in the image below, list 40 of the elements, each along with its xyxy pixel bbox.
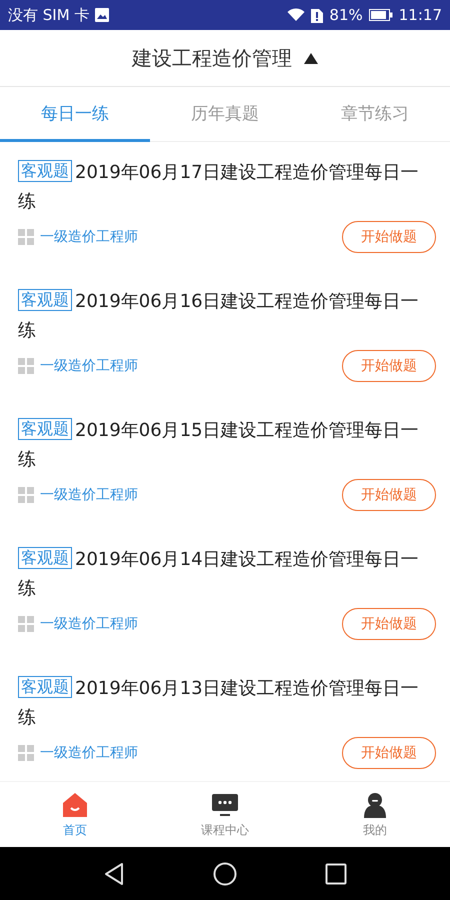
category-label: 一级造价工程师 bbox=[40, 486, 139, 504]
grid-icon bbox=[18, 745, 34, 761]
grid-icon bbox=[18, 229, 34, 245]
sim-alert-icon bbox=[311, 8, 324, 22]
category-label: 一级造价工程师 bbox=[40, 228, 139, 246]
tab[interactable]: 章节练习 bbox=[300, 87, 450, 142]
nav-tab[interactable]: 课程中心 bbox=[150, 782, 300, 847]
grid-icon bbox=[18, 358, 34, 374]
exercise-title[interactable]: 客观题 2019年06月16日建设工程造价管理每日一练 bbox=[18, 287, 436, 345]
battery-icon bbox=[368, 9, 393, 21]
category-label: 一级造价工程师 bbox=[40, 744, 139, 762]
exercise-title[interactable]: 客观题 2019年06月17日建设工程造价管理每日一练 bbox=[18, 158, 436, 216]
start-button[interactable]: 开始做题 bbox=[342, 350, 436, 382]
start-button[interactable]: 开始做题 bbox=[342, 608, 436, 640]
header-title[interactable]: 建设工程造价管理 bbox=[132, 44, 292, 72]
triangle-icon[interactable] bbox=[304, 52, 318, 64]
person-icon bbox=[361, 790, 389, 818]
nav-tab[interactable]: 我的 bbox=[300, 782, 450, 847]
exercise-title[interactable]: 客观题 2019年06月13日建设工程造价管理每日一练 bbox=[18, 674, 436, 732]
home-circle-icon[interactable] bbox=[213, 862, 237, 886]
start-button[interactable]: 开始做题 bbox=[342, 221, 436, 253]
start-button[interactable]: 开始做题 bbox=[342, 737, 436, 769]
clock-time: 11:17 bbox=[398, 6, 442, 24]
grid-icon bbox=[18, 487, 34, 503]
battery-percent: 81% bbox=[329, 6, 363, 24]
category-label: 一级造价工程师 bbox=[40, 615, 139, 633]
grid-icon bbox=[18, 616, 34, 632]
image-icon bbox=[95, 8, 110, 22]
category-label: 一级造价工程师 bbox=[40, 357, 139, 375]
tab[interactable]: 每日一练 bbox=[0, 87, 150, 142]
tab[interactable]: 历年真题 bbox=[150, 87, 300, 142]
nav-tab[interactable]: 首页 bbox=[0, 782, 150, 847]
back-icon[interactable] bbox=[103, 862, 125, 886]
house-icon bbox=[61, 790, 89, 818]
start-button[interactable]: 开始做题 bbox=[342, 479, 436, 511]
carrier-text: 没有 SIM 卡 bbox=[8, 6, 90, 24]
wifi-icon bbox=[287, 8, 306, 22]
exercise-title[interactable]: 客观题 2019年06月15日建设工程造价管理每日一练 bbox=[18, 416, 436, 474]
recents-icon[interactable] bbox=[325, 862, 347, 884]
exercise-title[interactable]: 客观题 2019年06月14日建设工程造价管理每日一练 bbox=[18, 545, 436, 603]
